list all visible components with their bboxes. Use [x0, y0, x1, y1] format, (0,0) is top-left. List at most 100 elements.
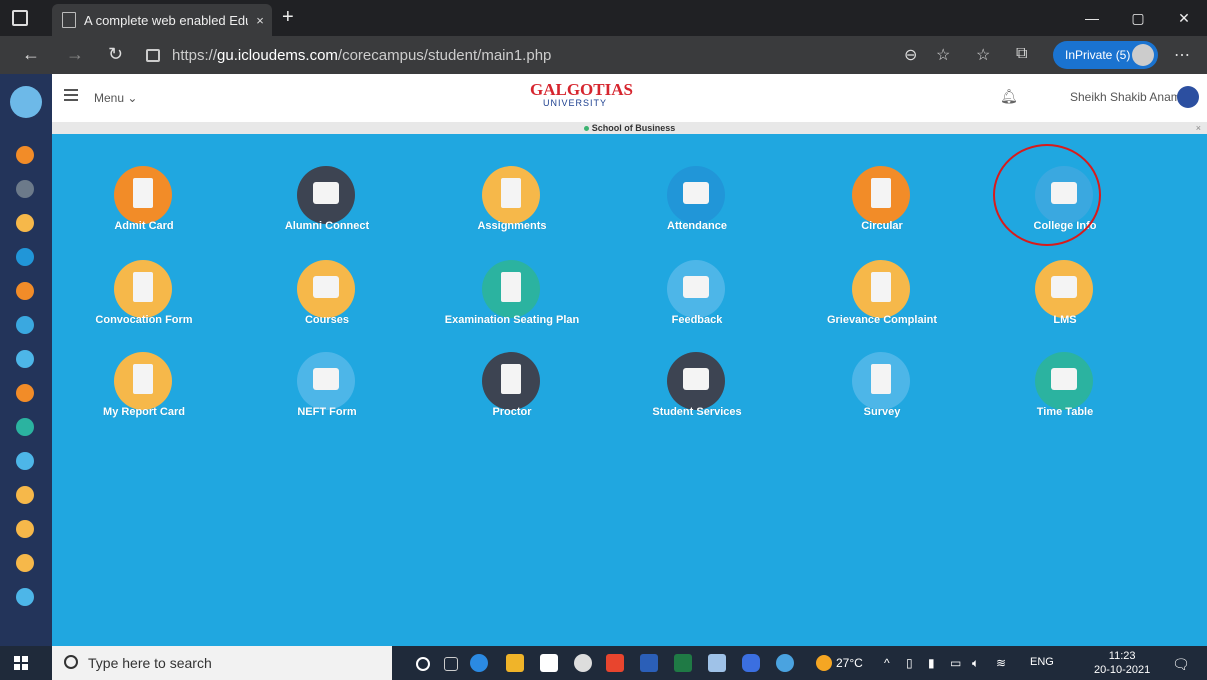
minimize-button[interactable]: — — [1069, 0, 1115, 36]
rail-circular-icon[interactable] — [16, 282, 34, 300]
tile-glyph — [501, 178, 521, 208]
weather-temp[interactable]: 27°C — [836, 656, 863, 670]
rail-admit-icon[interactable] — [16, 146, 34, 164]
tile-admit-card[interactable]: Admit Card — [69, 166, 219, 246]
tile-courses[interactable]: Courses — [252, 260, 402, 340]
tile-grievance-complaint[interactable]: Grievance Complaint — [807, 260, 957, 340]
tile-neft-form[interactable]: NEFT Form — [252, 352, 402, 432]
tile-icon — [297, 352, 355, 410]
tray-usb-icon[interactable]: ▮ — [928, 656, 935, 670]
wifi-icon[interactable]: ≋ — [996, 656, 1006, 670]
tile-assignments[interactable]: Assignments — [437, 166, 587, 246]
rail-grievance-icon[interactable] — [16, 486, 34, 504]
rail-exam-icon[interactable] — [16, 418, 34, 436]
notes-icon[interactable] — [708, 654, 726, 672]
tile-icon — [482, 166, 540, 224]
tile-label: LMS — [1053, 314, 1077, 326]
user-name[interactable]: Sheikh Shakib Anam — [1070, 90, 1181, 104]
tile-time-table[interactable]: Time Table — [990, 352, 1140, 432]
tile-label: Examination Seating Plan — [444, 314, 580, 326]
browser-tab-strip: A complete web enabled Educat × + — ▢ ✕ — [0, 0, 1207, 36]
battery-icon[interactable]: ▭ — [950, 656, 961, 670]
tile-convocation-form[interactable]: Convocation Form — [69, 260, 219, 340]
rail-convocation-icon[interactable] — [16, 350, 34, 368]
clock[interactable]: 11:23 20-10-2021 — [1094, 649, 1150, 677]
tile-examination-seating-plan[interactable]: Examination Seating Plan — [437, 260, 587, 340]
tile-icon — [1035, 260, 1093, 318]
tile-glyph — [501, 272, 521, 302]
lock-icon — [146, 48, 160, 62]
school-bar-close-button[interactable]: × — [1196, 122, 1201, 134]
refresh-icon[interactable]: ↻ — [108, 44, 123, 65]
tile-circular[interactable]: Circular — [807, 166, 957, 246]
tile-survey[interactable]: Survey — [807, 352, 957, 432]
file-explorer-icon[interactable] — [506, 654, 524, 672]
language-indicator[interactable]: ENG — [1030, 656, 1054, 668]
tile-icon — [482, 260, 540, 318]
rail-neft-icon[interactable] — [16, 588, 34, 606]
zoom-icon[interactable]: ⊖ — [904, 45, 917, 65]
tile-feedback[interactable]: Feedback — [622, 260, 772, 340]
user-avatar[interactable] — [1177, 86, 1199, 108]
tile-label: Time Table — [1036, 406, 1094, 418]
favorite-icon[interactable]: ☆ — [936, 45, 950, 65]
address-bar[interactable]: https://gu.icloudems.com/corecampus/stud… — [146, 41, 966, 69]
edge-icon[interactable] — [470, 654, 488, 672]
bell-icon[interactable]: 🔔︎ — [1000, 88, 1018, 105]
tile-alumni-connect[interactable]: Alumni Connect — [252, 166, 402, 246]
rail-feedback-icon[interactable] — [16, 452, 34, 470]
window-close-button[interactable]: ✕ — [1161, 0, 1207, 36]
notification-icon[interactable]: 🗨︎ — [1172, 656, 1190, 673]
rail-lms-icon[interactable] — [16, 520, 34, 538]
tile-icon — [114, 260, 172, 318]
rail-attendance-icon[interactable] — [16, 248, 34, 266]
hamburger-icon[interactable] — [64, 89, 78, 104]
volume-icon[interactable]: 🔈︎ — [972, 656, 979, 671]
rail-report-icon[interactable] — [16, 554, 34, 572]
status-dot-icon — [583, 126, 589, 132]
cortana-icon[interactable] — [416, 657, 430, 671]
tile-proctor[interactable]: Proctor — [437, 352, 587, 432]
tile-lms[interactable]: LMS — [990, 260, 1140, 340]
browser-toolbar: ← → ↻ https://gu.icloudems.com/corecampu… — [0, 36, 1207, 74]
url-prefix: https:// — [172, 46, 218, 64]
browser-tab[interactable]: A complete web enabled Educat × — [52, 4, 272, 36]
tile-attendance[interactable]: Attendance — [622, 166, 772, 246]
help-icon[interactable] — [776, 654, 794, 672]
rail-college-icon[interactable] — [16, 316, 34, 334]
tile-student-services[interactable]: Student Services — [622, 352, 772, 432]
dropbox-icon[interactable] — [540, 654, 558, 672]
inprivate-button[interactable]: InPrivate (5) — [1053, 41, 1158, 69]
new-tab-button[interactable]: + — [282, 6, 294, 29]
rail-assignment-icon[interactable] — [16, 214, 34, 232]
tile-my-report-card[interactable]: My Report Card — [69, 352, 219, 432]
tile-glyph — [133, 364, 153, 394]
tile-icon — [667, 166, 725, 224]
rail-alumni-icon[interactable] — [16, 180, 34, 198]
search-icon — [64, 655, 78, 669]
tray-chevron-icon[interactable]: ^ — [884, 656, 890, 670]
excel-icon[interactable] — [674, 654, 692, 672]
favorites-list-icon[interactable]: ☆ — [976, 45, 990, 65]
windows-start-icon[interactable] — [14, 656, 28, 670]
tray-app-icon[interactable]: ▯ — [906, 656, 913, 670]
ems-logo-icon[interactable] — [10, 86, 42, 118]
back-icon[interactable]: ← — [22, 44, 40, 65]
tab-close-button[interactable]: × — [248, 13, 272, 28]
task-view-icon[interactable] — [444, 657, 458, 671]
rail-courses-icon[interactable] — [16, 384, 34, 402]
tile-glyph — [313, 368, 339, 390]
forward-icon[interactable]: → — [66, 44, 84, 65]
more-icon[interactable]: ⋯ — [1174, 45, 1190, 65]
tab-actions-icon[interactable] — [12, 10, 28, 26]
weather-icon[interactable] — [816, 655, 832, 671]
office-icon[interactable] — [606, 654, 624, 672]
tile-label: NEFT Form — [297, 406, 357, 418]
restore-button[interactable]: ▢ — [1115, 0, 1161, 36]
word-icon[interactable] — [640, 654, 658, 672]
zoom-app-icon[interactable] — [742, 654, 760, 672]
taskbar-search-box[interactable]: Type here to search — [52, 646, 392, 680]
app-icon[interactable] — [574, 654, 592, 672]
menu-dropdown[interactable]: Menu ⌄ — [94, 91, 137, 105]
collections-icon[interactable]: ⧉ — [1016, 45, 1027, 63]
